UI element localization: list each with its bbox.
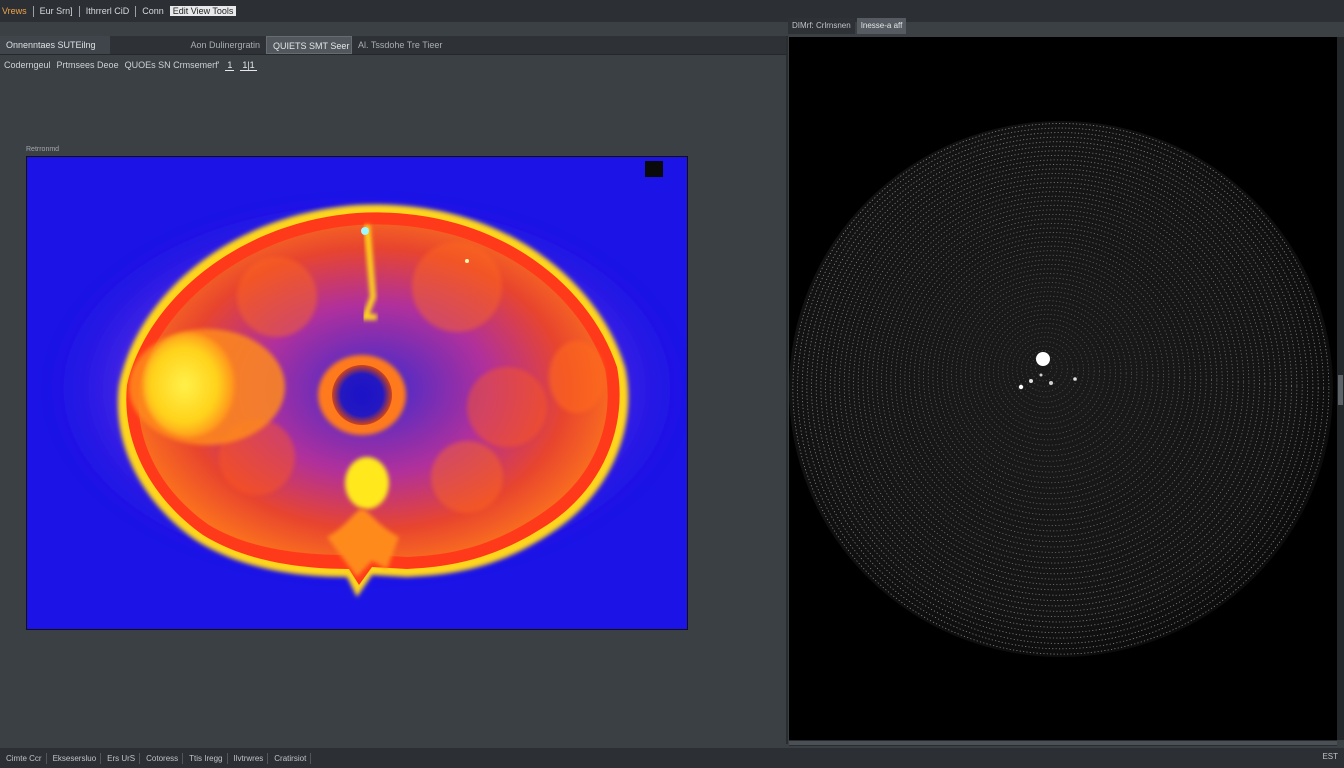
toolbar-button-1[interactable]: 1 [225,60,235,71]
viewport-corner-marker [645,161,663,177]
status-item-5[interactable]: Ttis Iregg [185,752,228,764]
grayscale-viewport[interactable] [789,37,1337,740]
viewport-label: Retrronmd [26,146,60,153]
heatmap-viewport[interactable] [26,156,688,630]
status-right: EST [1322,752,1338,761]
menu-item-4[interactable]: Conn [142,6,164,16]
right-horizontal-scrollbar[interactable] [789,740,1337,746]
menu-item-2[interactable]: Eur Srn] [40,6,73,16]
status-item-4[interactable]: Cotoress [142,752,184,764]
toolbar: Coderngeul Prtmsees Deoe QUOEs SN Crmsem… [0,56,788,74]
status-item-6[interactable]: Ilvtrwres [230,752,269,764]
tab-4[interactable]: Al. Tssdohe Tre Tieer [352,36,462,54]
status-item-1[interactable]: Cimte Ccr [2,752,47,764]
toolbar-button-2[interactable]: 1|1 [240,60,257,71]
scrollbar-thumb[interactable] [1338,375,1343,405]
status-bar: Cimte Ccr Eksesersluo Ers UrS Cotoress T… [0,748,1344,768]
menu-item-views[interactable]: Vrews [2,6,27,16]
toolbar-item-3[interactable]: QUOEs SN Crmsemerf' [125,60,220,70]
tab-3-active[interactable]: QUIETS SMT Seer [266,36,352,54]
document-tabs: Onnenntaes SUTEilng Aon Dulinergratin QU… [0,36,788,55]
status-item-3[interactable]: Ers UrS [103,752,141,764]
hscroll-thumb[interactable] [789,741,1337,745]
status-item-7[interactable]: Cratirsiot [270,752,312,764]
tab-1[interactable]: Onnenntaes SUTEilng [0,36,110,54]
right-tab-2-active[interactable]: Inesse-a aff [856,18,907,34]
right-vertical-scrollbar[interactable] [1337,37,1344,740]
heatmap-scan-image [37,189,687,597]
menu-item-boxed[interactable]: Edit View Tools [169,6,237,16]
toolbar-item-1[interactable]: Coderngeul [4,60,51,70]
toolbar-item-2[interactable]: Prtmsees Deoe [57,60,119,70]
grayscale-scan-image [789,121,1333,657]
right-tab-1[interactable]: DIMrf: Crlrnsnen [788,18,855,34]
menu-separator [78,5,80,17]
menu-separator [135,5,137,17]
menu-item-3[interactable]: Ithrrerl CiD [86,6,130,16]
tab-2[interactable]: Aon Dulinergratin [110,36,266,54]
pane-splitter[interactable] [786,36,788,744]
menu-separator [32,5,34,17]
right-pane-tabs: DIMrf: Crlrnsnen Inesse-a aff [788,18,1344,36]
status-item-2[interactable]: Eksesersluo [49,752,102,764]
